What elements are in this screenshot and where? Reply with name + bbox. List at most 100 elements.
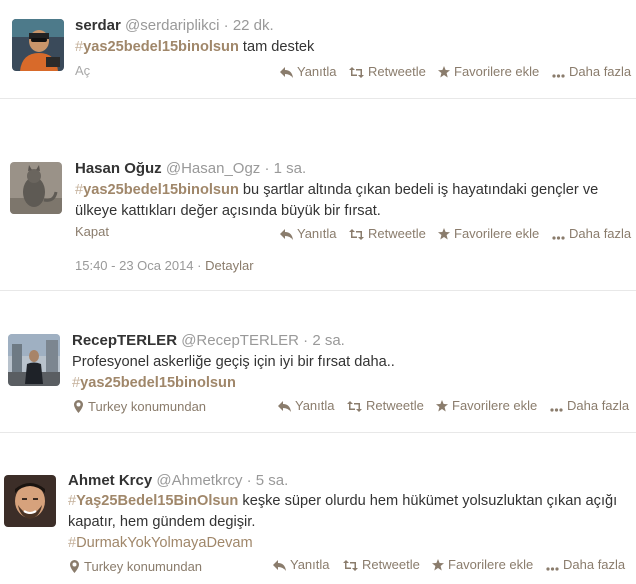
retweet-button[interactable]: Retweetle [349,64,426,79]
hashtag-text: yas25bedel15binolsun [80,375,236,391]
more-icon [550,408,563,412]
tweet-time[interactable]: 2 sa. [312,332,345,349]
retweet-label: Retweetle [368,226,426,241]
star-icon [438,228,450,240]
hash-symbol: # [75,39,84,55]
hash-symbol: # [68,493,77,509]
tweet-body: Profesyonel askerliğe geçiş için iyi bir… [72,354,395,370]
divider [0,290,636,291]
separator: · [223,17,229,34]
tweet-time[interactable]: 22 dk. [233,17,274,34]
separator: · [197,258,202,273]
star-icon [438,66,450,78]
more-label: Daha fazla [569,64,632,79]
location-label: Turkey konumundan [84,559,203,574]
location[interactable]: Turkey konumundan [74,399,206,414]
tweet-body: tam destek [238,39,315,55]
tweet-header: Hasan Oğuz @Hasan_Ogz · 1 sa. [75,160,306,177]
location[interactable]: Turkey konumundan [70,559,202,574]
user-name[interactable]: RecepTERLER [72,332,177,349]
avatar-image [8,334,60,386]
separator: · [246,472,252,489]
retweet-icon [349,229,364,240]
avatar[interactable] [8,334,60,386]
star-icon [436,400,448,412]
tweet-header: serdar @serdariplikci · 22 dk. [75,17,274,34]
more-label: Daha fazla [569,226,632,241]
more-button[interactable]: Daha fazla [550,398,629,413]
details-link[interactable]: Detaylar [205,258,253,273]
separator: · [303,332,309,349]
user-name[interactable]: Hasan Oğuz [75,160,162,177]
hashtag-text: Yaş25Bedel15BinOlsun [76,493,239,509]
reply-label: Yanıtla [297,64,337,79]
hashtag-link[interactable]: #DurmakYokYolmayaDevam [68,535,253,551]
divider [0,432,636,433]
star-icon [432,559,444,571]
hashtag-text: DurmakYokYolmayaDevam [76,535,253,551]
user-handle[interactable]: @RecepTERLER [181,332,299,349]
favorite-label: Favorilere ekle [448,557,534,572]
location-pin-icon [74,400,83,413]
retweet-icon [343,560,358,571]
tweet-text: Profesyonel askerliğe geçiş için iyi bir… [72,352,622,394]
retweet-label: Retweetle [366,398,424,413]
more-button[interactable]: Daha fazla [546,557,625,572]
reply-label: Yanıtla [290,557,330,572]
retweet-button[interactable]: Retweetle [349,226,426,241]
avatar[interactable] [12,19,64,71]
tweet-detail-line: 15:40 - 23 Oca 2014 · Detaylar [75,258,254,273]
tweet-timestamp[interactable]: 15:40 - 23 Oca 2014 [75,258,194,273]
tweet-time[interactable]: 1 sa. [274,160,307,177]
retweet-label: Retweetle [368,64,426,79]
avatar[interactable] [10,162,62,214]
reply-icon [280,229,293,240]
reply-button[interactable]: Yanıtla [273,557,330,572]
user-name[interactable]: serdar [75,17,121,34]
retweet-button[interactable]: Retweetle [343,557,420,572]
location-pin-icon [70,560,79,573]
favorite-button[interactable]: Favorilere ekle [438,64,539,79]
reply-button[interactable]: Yanıtla [280,226,337,241]
reply-label: Yanıtla [297,226,337,241]
hashtag-link[interactable]: #yas25bedel15binolsun [75,182,239,198]
retweet-icon [349,67,364,78]
hashtag-link[interactable]: #yas25bedel15binolsun [72,375,236,391]
user-handle[interactable]: @serdariplikci [125,17,219,34]
more-icon [552,236,565,240]
favorite-label: Favorilere ekle [454,64,540,79]
more-icon [546,567,559,571]
hashtag-link[interactable]: #Yaş25Bedel15BinOlsun [68,493,238,509]
collapse-link[interactable]: Kapat [75,224,109,239]
separator: · [264,160,270,177]
tweet-time[interactable]: 5 sa. [256,472,289,489]
hash-symbol: # [72,375,81,391]
avatar-image [4,475,56,527]
retweet-button[interactable]: Retweetle [347,398,424,413]
more-label: Daha fazla [567,398,630,413]
favorite-button[interactable]: Favorilere ekle [432,557,533,572]
retweet-label: Retweetle [362,557,420,572]
user-name[interactable]: Ahmet Krcy [68,472,152,489]
favorite-label: Favorilere ekle [452,398,538,413]
hashtag-text: yas25bedel15binolsun [83,39,239,55]
user-handle[interactable]: @Hasan_Ogz [166,160,260,177]
more-icon [552,74,565,78]
reply-icon [273,560,286,571]
reply-label: Yanıtla [295,398,335,413]
user-handle[interactable]: @Ahmetkrcy [156,472,242,489]
hash-symbol: # [75,182,84,198]
favorite-button[interactable]: Favorilere ekle [436,398,537,413]
tweet-header: Ahmet Krcy @Ahmetkrcy · 5 sa. [68,472,288,489]
more-button[interactable]: Daha fazla [552,226,631,241]
tweet-text: #yas25bedel15binolsun tam destek [75,37,625,58]
avatar[interactable] [4,475,56,527]
hashtag-link[interactable]: #yas25bedel15binolsun [75,39,239,55]
tweet-text: #yas25bedel15binolsun bu şartlar altında… [75,180,625,222]
reply-button[interactable]: Yanıtla [280,64,337,79]
hash-symbol: # [68,535,77,551]
more-button[interactable]: Daha fazla [552,64,631,79]
expand-link[interactable]: Aç [75,63,90,78]
reply-button[interactable]: Yanıtla [278,398,335,413]
favorite-button[interactable]: Favorilere ekle [438,226,539,241]
